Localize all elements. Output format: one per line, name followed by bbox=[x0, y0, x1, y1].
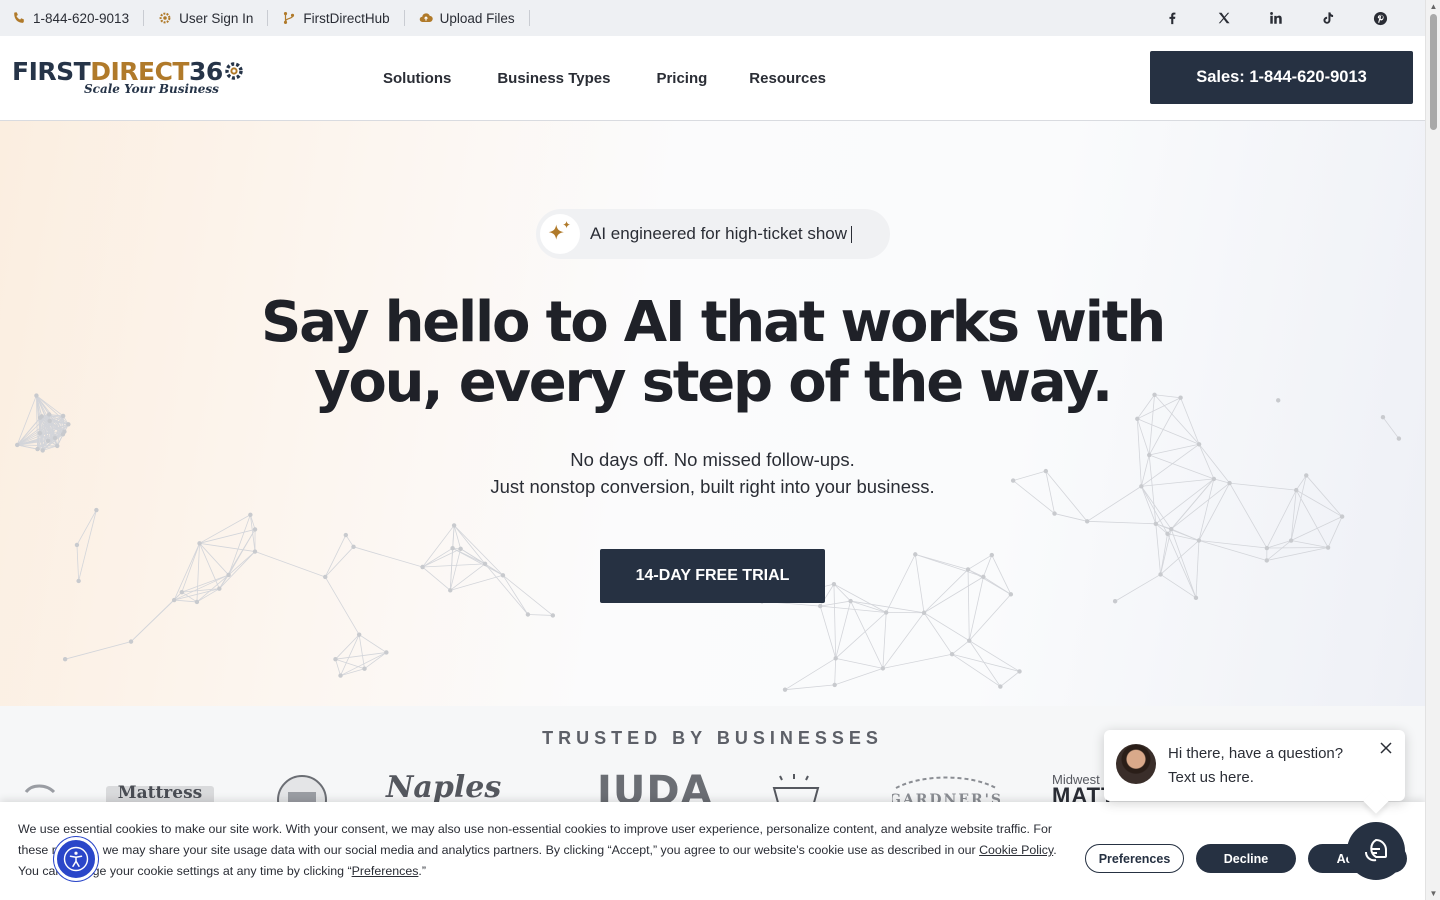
scroll-up-arrow-icon[interactable]: ▲ bbox=[1429, 2, 1438, 11]
subheadline-line-1: No days off. No missed follow-ups. bbox=[570, 449, 855, 470]
cookie-policy-link[interactable]: Cookie Policy bbox=[979, 843, 1053, 857]
nav-resources[interactable]: Resources bbox=[749, 70, 826, 87]
topbar-upload-label: Upload Files bbox=[439, 10, 515, 26]
topbar-user-sign-in[interactable]: User Sign In bbox=[144, 10, 269, 26]
top-utility-bar: 1-844-620-9013 User Sign In FirstDirectH… bbox=[0, 0, 1425, 36]
accessibility-widget-button[interactable] bbox=[54, 837, 98, 881]
svg-text:Mattress: Mattress bbox=[118, 783, 202, 803]
scroll-down-arrow-icon[interactable]: ▼ bbox=[1429, 889, 1438, 898]
scroll-thumb[interactable] bbox=[1430, 14, 1437, 130]
cloud-upload-icon bbox=[419, 11, 433, 25]
cookie-consent-banner: We use essential cookies to make our sit… bbox=[0, 802, 1425, 900]
tiktok-icon[interactable] bbox=[1319, 9, 1337, 27]
facebook-icon[interactable] bbox=[1163, 9, 1181, 27]
topbar-phone-link[interactable]: 1-844-620-9013 bbox=[12, 10, 145, 26]
main-nav: Solutions Business Types Pricing Resourc… bbox=[383, 36, 872, 120]
nav-business-types[interactable]: Business Types bbox=[497, 70, 610, 87]
x-icon[interactable] bbox=[1215, 9, 1233, 27]
linkedin-icon[interactable] bbox=[1267, 9, 1285, 27]
phone-icon bbox=[12, 11, 26, 25]
chat-greeting-text: Hi there, have a question? Text us here. bbox=[1168, 745, 1344, 786]
social-links bbox=[1163, 0, 1389, 36]
chat-agent-avatar bbox=[1116, 744, 1156, 784]
cookie-preferences-link[interactable]: Preferences bbox=[352, 864, 419, 878]
typing-caret bbox=[851, 226, 853, 244]
nav-pricing[interactable]: Pricing bbox=[656, 70, 707, 87]
client-logo-naples: Naples bbox=[386, 770, 502, 805]
page-scrollbar[interactable]: ▲ ▼ bbox=[1425, 0, 1440, 900]
chat-launcher-button[interactable] bbox=[1347, 822, 1405, 880]
topbar-firstdirecthub[interactable]: FirstDirectHub bbox=[268, 10, 405, 26]
headline-line-1: Say hello to AI that works with bbox=[261, 290, 1166, 355]
chat-close-icon[interactable] bbox=[1379, 742, 1393, 756]
cookie-message: We use essential cookies to make our sit… bbox=[18, 822, 1057, 878]
gear-icon bbox=[158, 11, 172, 25]
pinterest-icon[interactable] bbox=[1371, 9, 1389, 27]
accessibility-icon bbox=[63, 846, 89, 872]
free-trial-button[interactable]: 14-DAY FREE TRIAL bbox=[600, 549, 825, 603]
subheadline-line-2: Just nonstop conversion, built right int… bbox=[490, 476, 935, 497]
branch-icon bbox=[282, 11, 296, 25]
chat-greeting-popup[interactable]: Hi there, have a question? Text us here. bbox=[1104, 730, 1405, 801]
hero-headline: Say hello to AI that works with you, eve… bbox=[0, 293, 1425, 413]
chat-icon bbox=[1365, 838, 1387, 862]
logo-gear-icon bbox=[225, 62, 243, 80]
logo-tagline: Scale Your Business bbox=[84, 82, 219, 96]
pill-typing-text: AI engineered for high-ticket show bbox=[590, 224, 853, 244]
topbar-sign-in-label: User Sign In bbox=[179, 10, 254, 26]
nav-solutions[interactable]: Solutions bbox=[383, 70, 451, 87]
topbar-phone-label: 1-844-620-9013 bbox=[33, 10, 130, 26]
topbar-hub-label: FirstDirectHub bbox=[303, 10, 390, 26]
ai-typing-pill: AI engineered for high-ticket show bbox=[536, 209, 890, 259]
cookie-decline-button[interactable]: Decline bbox=[1196, 844, 1296, 873]
sales-phone-button[interactable]: Sales: 1-844-620-9013 bbox=[1150, 51, 1413, 104]
hero-section: AI engineered for high-ticket show Say h… bbox=[0, 121, 1425, 706]
firstdirect360-logo[interactable]: FIRSTDIRECT36 Scale Your Business bbox=[12, 58, 274, 98]
cookie-preferences-button[interactable]: Preferences bbox=[1085, 844, 1184, 873]
sparkle-icon bbox=[540, 214, 580, 254]
client-logo-partial bbox=[24, 784, 56, 794]
headline-line-2: you, every step of the way. bbox=[314, 350, 1113, 415]
topbar-upload-files[interactable]: Upload Files bbox=[405, 10, 530, 26]
site-header: FIRSTDIRECT36 Scale Your Business Soluti… bbox=[0, 36, 1425, 121]
hero-subheadline: No days off. No missed follow-ups. Just … bbox=[0, 446, 1425, 500]
